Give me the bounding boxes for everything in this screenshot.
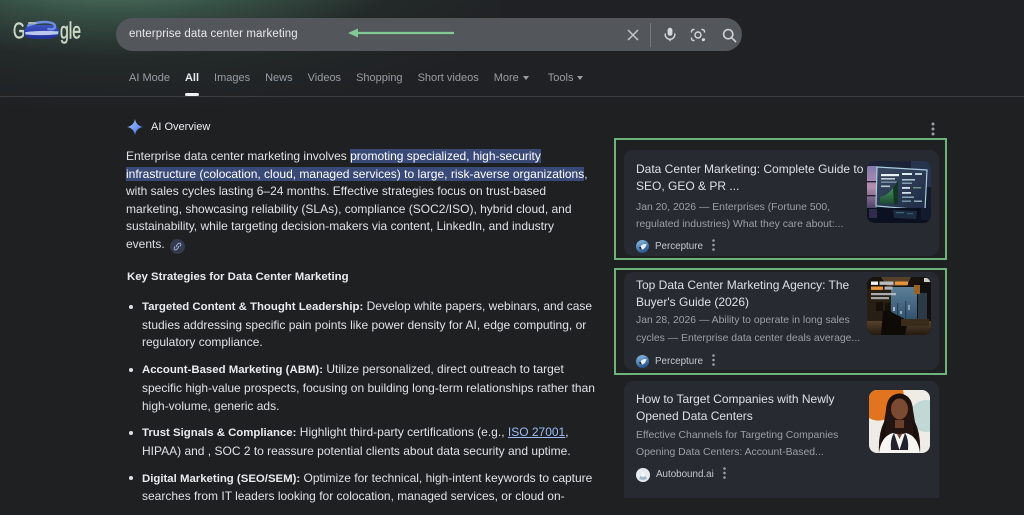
svg-text:G: G bbox=[13, 18, 25, 44]
svg-text:gle: gle bbox=[60, 18, 81, 44]
